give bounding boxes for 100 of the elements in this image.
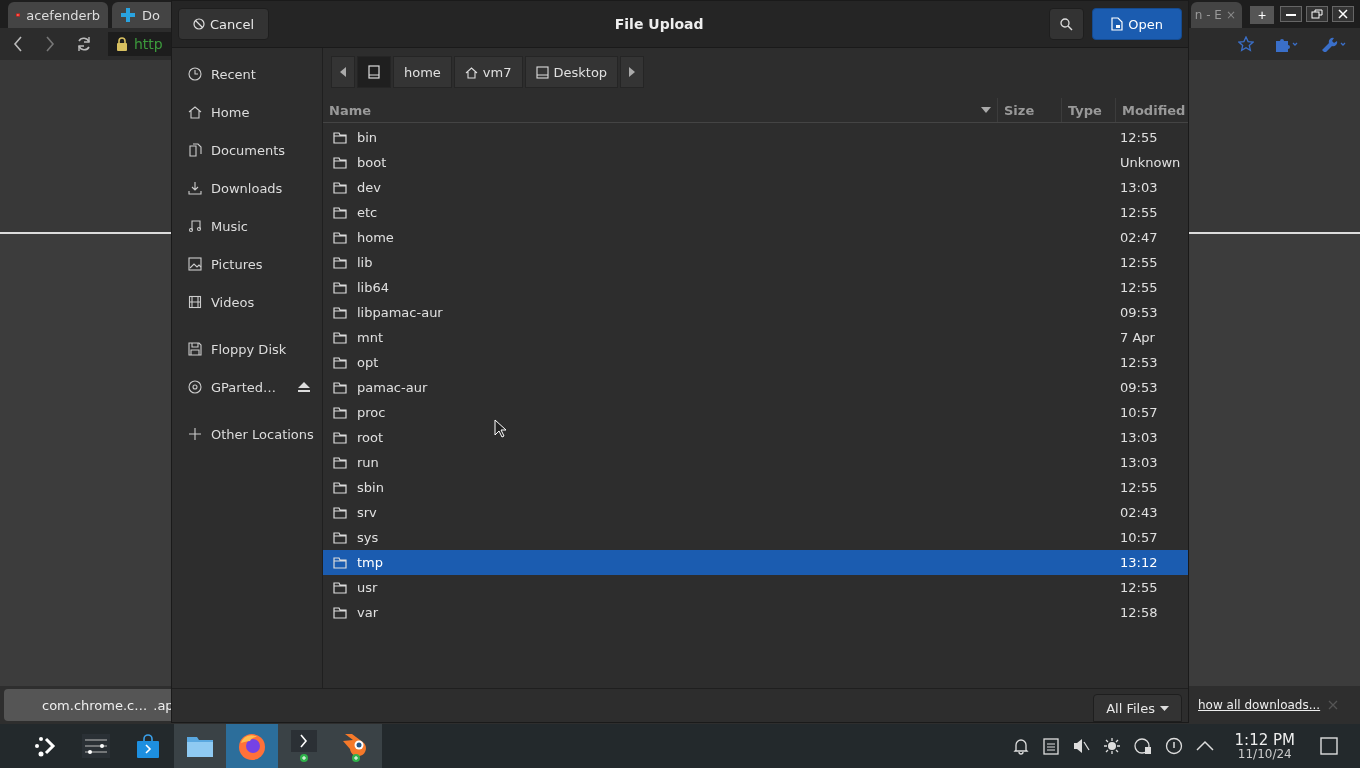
floppy-icon (188, 342, 202, 356)
browser-tab[interactable]: acefenderb (8, 2, 108, 28)
downloads-icon (188, 181, 202, 195)
desktop-icon (535, 65, 549, 79)
column-header[interactable]: Modified (1116, 98, 1188, 122)
gauge-icon[interactable] (1164, 737, 1183, 755)
address-bar[interactable]: http (108, 32, 171, 56)
clock-date: 11/10/24 (1237, 747, 1292, 760)
file-row[interactable]: proc 10:57 (323, 400, 1188, 425)
sidebar-item[interactable]: Downloads (172, 169, 322, 207)
forward-icon[interactable] (44, 36, 56, 52)
folder-icon (333, 306, 347, 319)
path-button[interactable]: home (393, 56, 452, 88)
path-button[interactable]: Desktop (524, 56, 619, 88)
scroll-right-button[interactable] (620, 56, 645, 88)
file-row[interactable]: opt 12:53 (323, 350, 1188, 375)
file-row[interactable]: root 13:03 (323, 425, 1188, 450)
bell-icon[interactable] (1011, 737, 1030, 755)
folder-icon (333, 206, 347, 219)
sidebar-item[interactable]: Floppy Disk (172, 330, 322, 368)
file-row[interactable]: home 02:47 (323, 225, 1188, 250)
plus-icon (120, 7, 136, 23)
taskbar-app[interactable] (330, 724, 382, 768)
folder-icon (333, 556, 347, 569)
sidebar-item[interactable]: Recent (172, 55, 322, 93)
home-icon (188, 105, 202, 119)
back-icon[interactable] (12, 36, 24, 52)
file-row[interactable]: etc 12:55 (323, 200, 1188, 225)
column-header[interactable]: Type (1062, 98, 1116, 122)
folder-icon (333, 331, 347, 344)
file-row[interactable]: boot Unknown (323, 150, 1188, 175)
puzzle-icon[interactable] (1274, 36, 1300, 52)
folder-icon (333, 156, 347, 169)
column-header[interactable]: Name (323, 98, 998, 122)
file-type-dropdown[interactable]: All Files (1093, 694, 1182, 722)
chevron-up-icon[interactable] (1195, 740, 1214, 752)
caret-icon (1160, 705, 1169, 711)
folder-icon (333, 356, 347, 369)
search-button[interactable] (1049, 8, 1085, 40)
column-header[interactable]: Size (998, 98, 1062, 122)
pictures-icon (188, 257, 202, 271)
sidebar-item[interactable]: Other Locations (172, 415, 322, 453)
folder-icon (186, 734, 214, 758)
document-icon (1111, 17, 1124, 31)
caret-left-icon (340, 67, 346, 77)
taskbar-app[interactable] (174, 724, 226, 768)
file-row[interactable]: var 12:58 (323, 600, 1188, 625)
open-button[interactable]: Open (1092, 8, 1182, 40)
disc-icon (188, 380, 202, 394)
file-row[interactable]: dev 13:03 (323, 175, 1188, 200)
sidebar-item[interactable]: Pictures (172, 245, 322, 283)
show-desktop-icon[interactable] (1320, 737, 1338, 755)
folder-icon (333, 131, 347, 144)
recent-icon (188, 67, 202, 81)
file-row[interactable]: pamac-aur 09:53 (323, 375, 1188, 400)
clipboard-icon[interactable] (1042, 737, 1059, 755)
folder-icon (333, 231, 347, 244)
minimize-icon[interactable] (1280, 6, 1302, 22)
file-row[interactable]: sys 10:57 (323, 525, 1188, 550)
file-row[interactable]: srv 02:43 (323, 500, 1188, 525)
eject-icon[interactable] (297, 381, 311, 393)
sidebar-item[interactable]: Music (172, 207, 322, 245)
home-icon (464, 65, 478, 79)
sidebar-item[interactable]: Videos (172, 283, 322, 321)
file-row[interactable]: lib64 12:55 (323, 275, 1188, 300)
folder-icon (333, 281, 347, 294)
folder-icon (333, 406, 347, 419)
documents-icon (188, 143, 202, 157)
file-row[interactable]: libpamac-aur 09:53 (323, 300, 1188, 325)
terminal-icon (291, 729, 317, 763)
folder-icon (333, 256, 347, 269)
folder-icon (333, 181, 347, 194)
show-all-downloads-link[interactable]: how all downloads... (1198, 698, 1321, 712)
drive-icon (368, 65, 380, 79)
file-row[interactable]: tmp 13:12 (323, 550, 1188, 575)
close-icon[interactable] (1332, 6, 1354, 22)
folder-icon (333, 506, 347, 519)
file-row[interactable]: usr 12:55 (323, 575, 1188, 600)
network-icon[interactable] (1133, 737, 1152, 755)
search-icon (1060, 17, 1074, 31)
file-row[interactable]: mnt 7 Apr (323, 325, 1188, 350)
restore-icon[interactable] (1306, 6, 1328, 22)
scroll-left-button[interactable] (331, 56, 355, 88)
brightness-icon[interactable] (1102, 737, 1121, 755)
sidebar-item[interactable]: Home (172, 93, 322, 131)
file-row[interactable]: bin 12:55 (323, 125, 1188, 150)
cancel-button[interactable]: Cancel (178, 8, 270, 40)
star-icon[interactable] (1238, 36, 1254, 52)
file-row[interactable]: run 13:03 (323, 450, 1188, 475)
reload-icon[interactable] (76, 36, 92, 52)
new-tab-button[interactable]: + (1250, 6, 1274, 24)
speaker-muted-icon[interactable] (1071, 737, 1090, 755)
file-row[interactable]: lib 12:55 (323, 250, 1188, 275)
path-button[interactable]: vm7 (453, 56, 523, 88)
path-button[interactable] (357, 56, 391, 88)
sidebar-item[interactable]: GParted… (172, 368, 322, 406)
shopping-bag-icon (135, 733, 161, 759)
file-row[interactable]: sbin 12:55 (323, 475, 1188, 500)
sidebar-item[interactable]: Documents (172, 131, 322, 169)
wrench-icon[interactable] (1320, 36, 1348, 52)
